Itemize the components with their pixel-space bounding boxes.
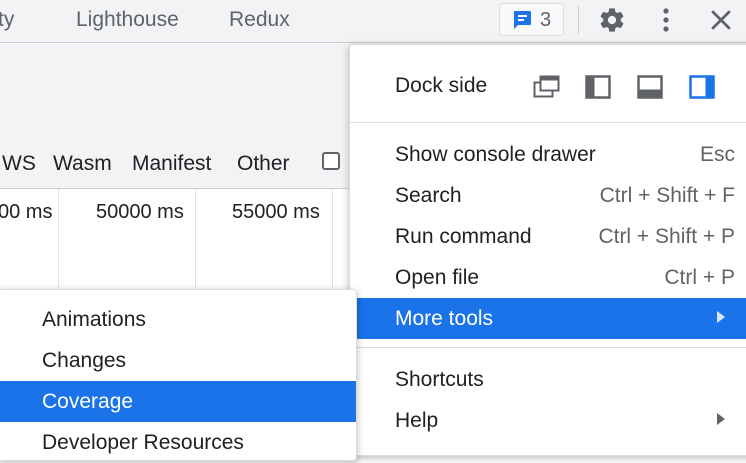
- submenu-item-label: Developer Resources: [42, 431, 244, 454]
- customize-devtools-menu: Dock side Show console drawer Esc Search…: [349, 44, 746, 456]
- menu-item-label: Open file: [395, 266, 480, 289]
- submenu-item-coverage[interactable]: Coverage: [0, 381, 356, 422]
- menu-item-label: Help: [395, 409, 439, 432]
- filter-type-other[interactable]: Other: [237, 152, 290, 176]
- timeline-tick: 50000 ms: [96, 201, 184, 223]
- menu-item-shortcut: Ctrl + P: [664, 266, 735, 289]
- kebab-icon[interactable]: [656, 6, 676, 34]
- menu-item-label: Search: [395, 184, 462, 207]
- menu-item-show-console-drawer[interactable]: Show console drawer Esc: [350, 134, 746, 175]
- submenu-item-developer-resources[interactable]: Developer Resources: [0, 422, 356, 463]
- menu-separator: [350, 347, 746, 348]
- submenu-item-animations[interactable]: Animations: [0, 299, 356, 340]
- more-tools-submenu: Animations Changes Coverage Developer Re…: [0, 289, 357, 461]
- submenu-item-label: Coverage: [42, 390, 134, 413]
- dock-bottom-icon[interactable]: [637, 75, 663, 99]
- filter-type-manifest[interactable]: Manifest: [132, 152, 211, 176]
- close-icon[interactable]: [710, 9, 732, 31]
- submenu-item-changes[interactable]: Changes: [0, 340, 356, 381]
- submenu-arrow-icon: [717, 413, 725, 425]
- devtools-tab-bar: ty Lighthouse Redux 3: [0, 0, 746, 43]
- timeline-tick: 55000 ms: [232, 201, 320, 223]
- filter-type-wasm[interactable]: Wasm: [53, 152, 112, 176]
- menu-item-shortcut: Esc: [699, 143, 735, 166]
- tab-lighthouse[interactable]: Lighthouse: [76, 8, 179, 32]
- menu-item-label: Show console drawer: [395, 143, 596, 166]
- tab-partial[interactable]: ty: [0, 8, 14, 32]
- filter-type-ws[interactable]: WS: [2, 152, 36, 176]
- menu-item-help[interactable]: Help: [350, 400, 746, 441]
- menu-item-search[interactable]: Search Ctrl + Shift + F: [350, 175, 746, 216]
- dock-left-icon[interactable]: [585, 75, 611, 99]
- dock-right-icon[interactable]: [689, 75, 715, 99]
- timeline-tick: 00 ms: [0, 201, 53, 223]
- dock-side-label: Dock side: [395, 74, 488, 97]
- tab-redux[interactable]: Redux: [229, 8, 290, 32]
- menu-item-run-command[interactable]: Run command Ctrl + Shift + P: [350, 216, 746, 257]
- menu-separator: [350, 122, 746, 123]
- gear-icon[interactable]: [598, 6, 626, 34]
- menu-item-shortcuts[interactable]: Shortcuts: [350, 359, 746, 400]
- toolbar-divider: [578, 6, 579, 34]
- undock-icon[interactable]: [533, 75, 561, 99]
- message-icon: [514, 11, 531, 29]
- submenu-item-label: Changes: [42, 349, 127, 372]
- menu-item-shortcut: Ctrl + Shift + P: [598, 225, 735, 248]
- submenu-item-label: Animations: [42, 308, 146, 331]
- issues-count: 3: [540, 9, 552, 31]
- submenu-arrow-icon: [717, 311, 725, 323]
- menu-item-label: More tools: [395, 307, 494, 330]
- menu-item-open-file[interactable]: Open file Ctrl + P: [350, 257, 746, 298]
- menu-item-more-tools[interactable]: More tools: [350, 298, 746, 339]
- filter-checkbox[interactable]: [322, 152, 340, 170]
- menu-item-label: Shortcuts: [395, 368, 484, 391]
- issues-badge-button[interactable]: 3: [499, 3, 564, 36]
- menu-item-shortcut: Ctrl + Shift + F: [599, 184, 735, 207]
- menu-item-label: Run command: [395, 225, 532, 248]
